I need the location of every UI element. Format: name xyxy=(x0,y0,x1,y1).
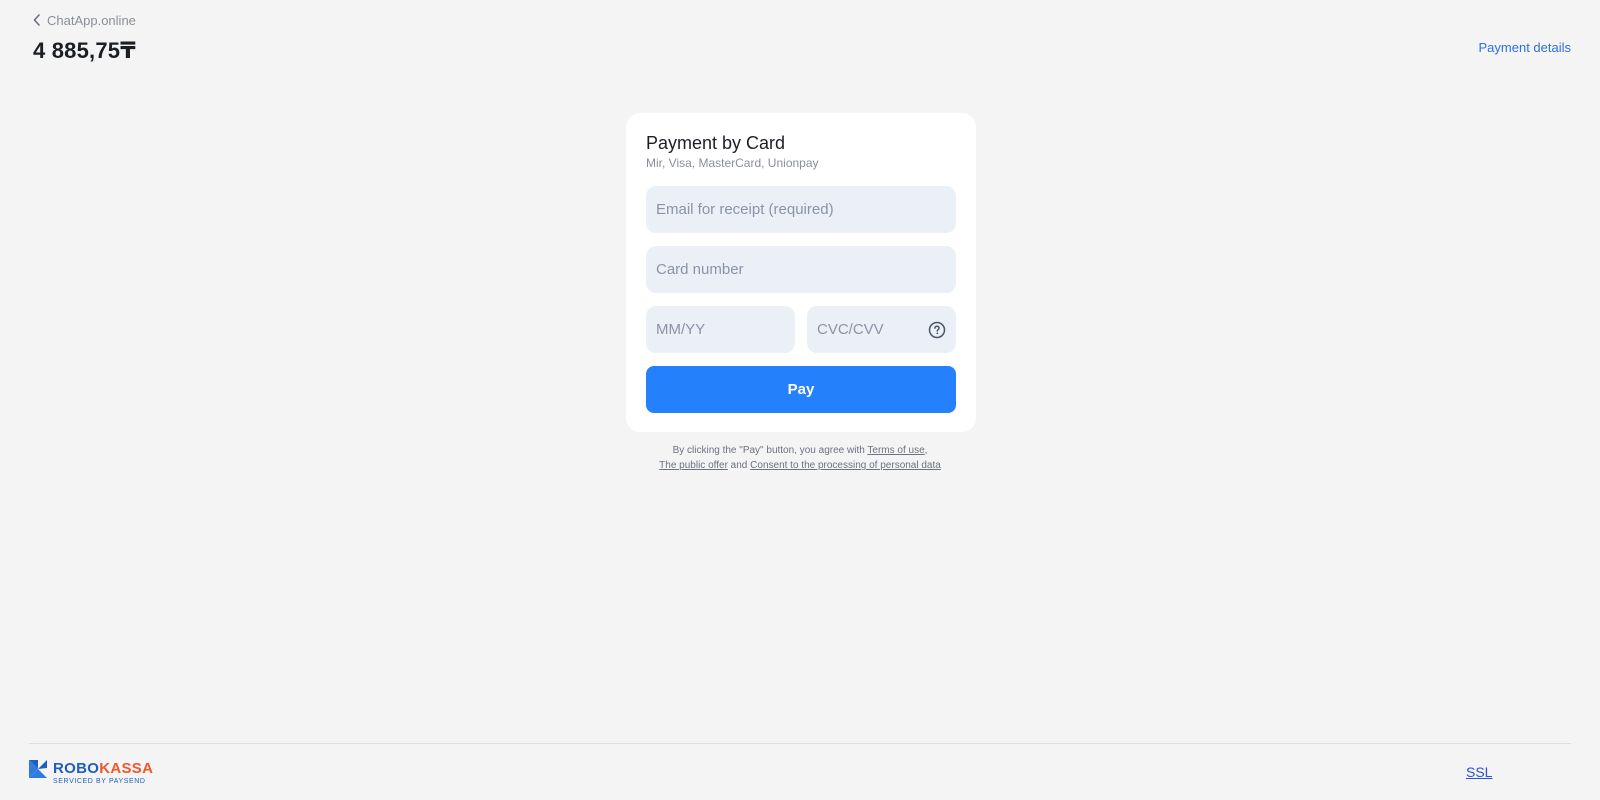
robokassa-k-icon xyxy=(29,760,47,778)
terms-of-use-link[interactable]: Terms of use xyxy=(867,445,924,456)
back-link[interactable]: ChatApp.online xyxy=(33,12,136,28)
logo-kassa: KASSA xyxy=(99,760,154,777)
back-link-label: ChatApp.online xyxy=(47,12,136,28)
logo-wordmark: ROBOKASSA xyxy=(53,760,153,777)
footer-divider xyxy=(29,743,1571,744)
agreement-prefix: By clicking the "Pay" button, you agree … xyxy=(672,445,868,456)
logo-robo: ROBO xyxy=(53,760,100,777)
logo-subtitle: SERVICED BY PAYSEND xyxy=(53,778,146,785)
email-field xyxy=(646,186,956,233)
expiry-field xyxy=(646,306,795,353)
agreement-and: and xyxy=(727,460,751,471)
ssl-badge-link[interactable]: SSL xyxy=(1466,764,1492,780)
form-subtitle: Mir, Visa, MasterCard, Unionpay xyxy=(646,156,819,170)
agreement-comma: , xyxy=(924,445,928,456)
cvc-field xyxy=(807,306,956,353)
public-offer-link[interactable]: The public offer xyxy=(659,460,728,471)
robokassa-logo: ROBOKASSA SERVICED BY PAYSEND xyxy=(29,760,159,788)
card-number-field xyxy=(646,246,956,293)
expiry-input[interactable] xyxy=(656,321,785,338)
personal-data-consent-link[interactable]: Consent to the processing of personal da… xyxy=(750,460,941,471)
pay-button[interactable]: Pay xyxy=(646,366,956,413)
card-number-input[interactable] xyxy=(656,261,946,278)
payment-details-link[interactable]: Payment details xyxy=(1479,40,1572,55)
cvc-input[interactable] xyxy=(817,321,928,338)
email-input[interactable] xyxy=(656,201,946,218)
chevron-left-icon xyxy=(33,14,40,26)
payment-card-form: Payment by Card Mir, Visa, MasterCard, U… xyxy=(626,113,976,432)
payment-amount: 4 885,75₸ xyxy=(33,38,136,63)
header: ChatApp.online 4 885,75₸ xyxy=(33,12,136,64)
question-circle-icon[interactable] xyxy=(928,321,946,339)
form-title: Payment by Card xyxy=(646,133,786,153)
agreement-text: By clicking the "Pay" button, you agree … xyxy=(600,443,1000,473)
